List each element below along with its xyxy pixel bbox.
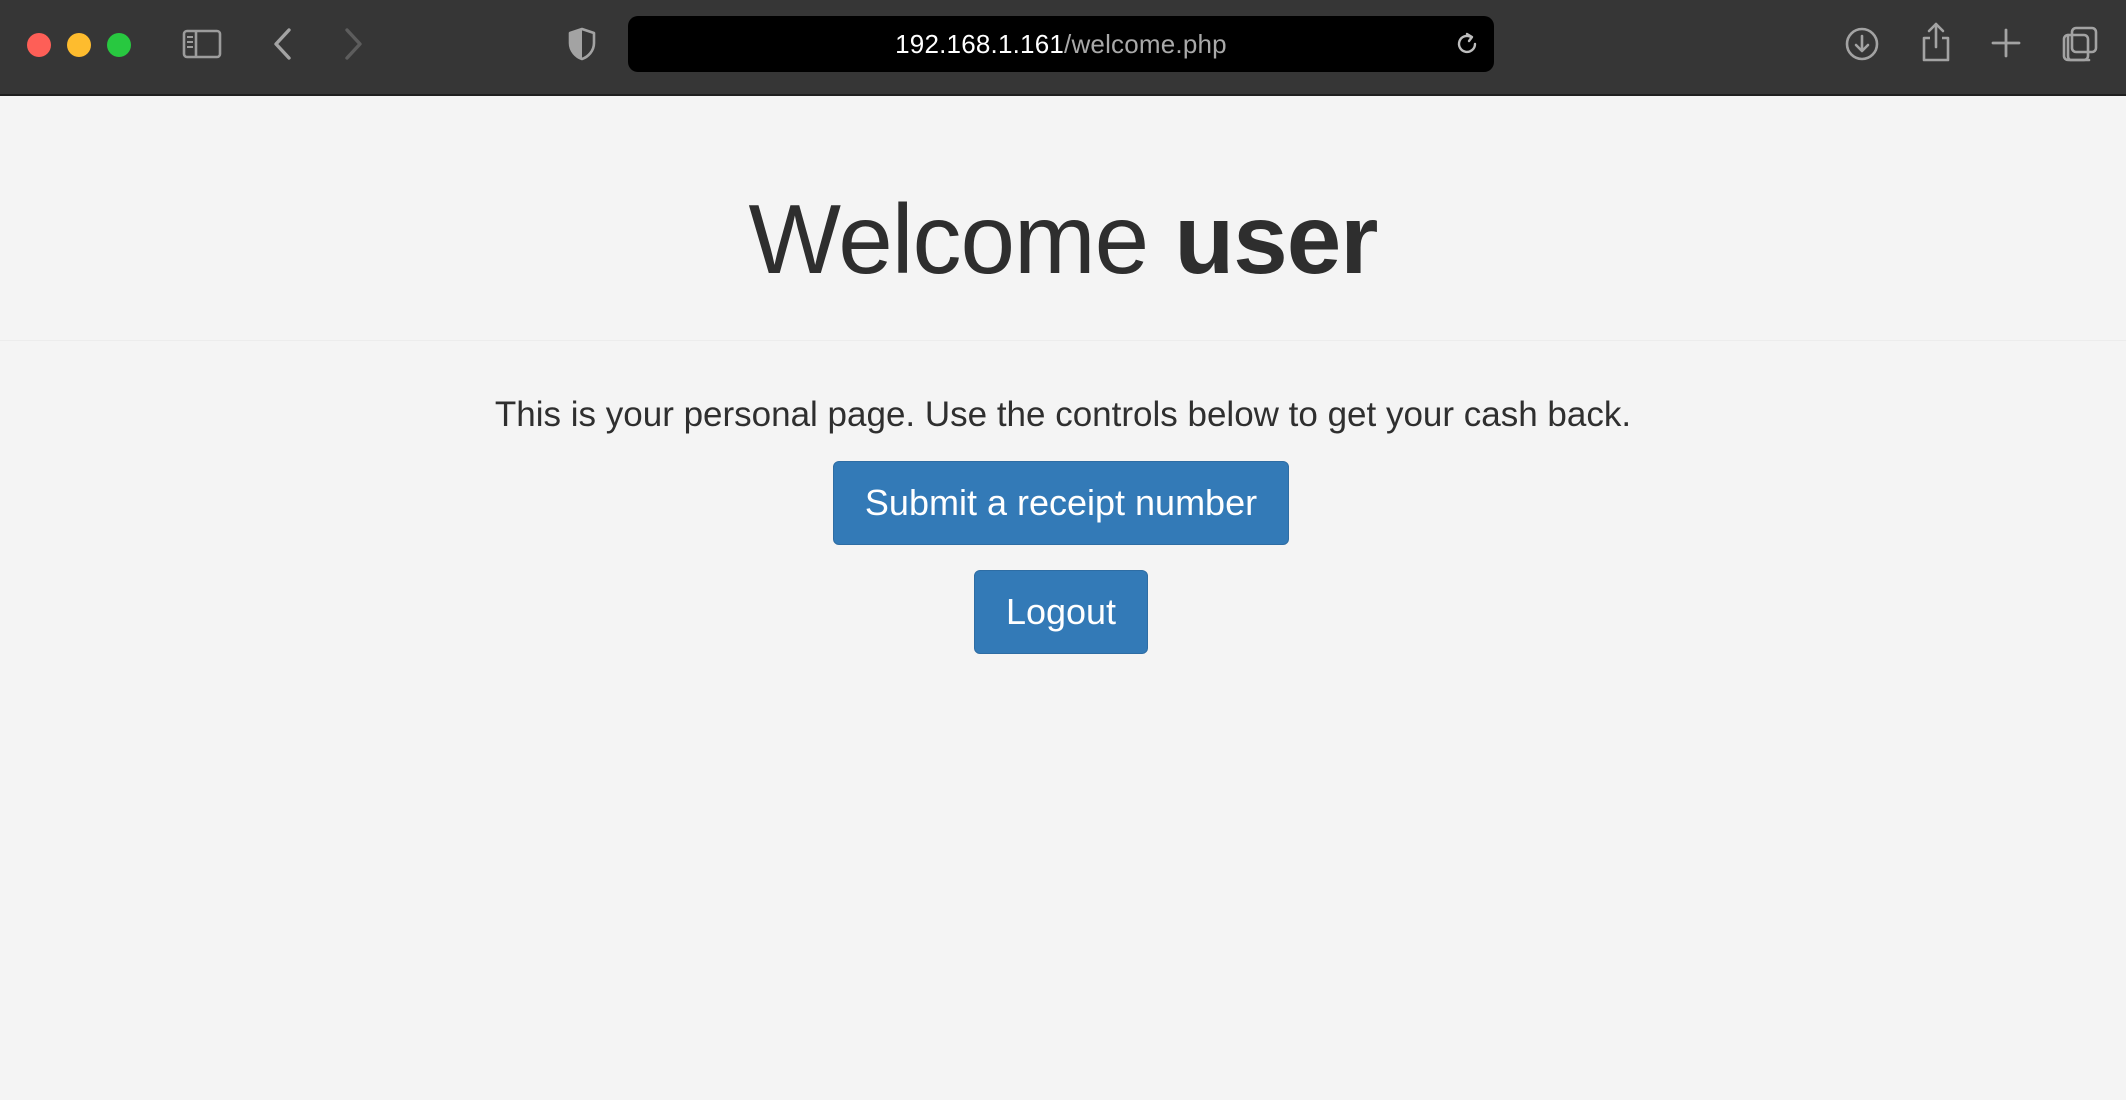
share-icon[interactable]: [1916, 20, 1956, 64]
page-title: Welcome user: [0, 190, 2126, 288]
close-window-button[interactable]: [27, 33, 51, 57]
tabs-overview-icon[interactable]: [2060, 24, 2100, 64]
minimize-window-button[interactable]: [67, 33, 91, 57]
download-icon[interactable]: [1842, 24, 1882, 64]
address-bar[interactable]: 192.168.1.161/welcome.php: [628, 16, 1494, 72]
browser-toolbar: 192.168.1.161/welcome.php: [0, 0, 2126, 96]
url-path: /welcome.php: [1064, 28, 1227, 59]
chevron-left-icon[interactable]: [268, 24, 298, 64]
username: user: [1174, 184, 1378, 294]
welcome-text: Welcome: [748, 184, 1175, 294]
plus-icon[interactable]: [1988, 25, 2024, 61]
shield-icon[interactable]: [565, 24, 599, 64]
intro-text: This is your personal page. Use the cont…: [494, 395, 1632, 434]
logout-button[interactable]: Logout: [974, 570, 1148, 654]
maximize-window-button[interactable]: [107, 33, 131, 57]
reload-icon[interactable]: [1454, 31, 1480, 62]
chevron-right-icon[interactable]: [338, 24, 368, 64]
submit-receipt-button[interactable]: Submit a receipt number: [833, 461, 1289, 545]
url-text: 192.168.1.161/welcome.php: [628, 16, 1494, 72]
sidebar-icon[interactable]: [180, 25, 224, 63]
url-host: 192.168.1.161: [895, 28, 1065, 59]
